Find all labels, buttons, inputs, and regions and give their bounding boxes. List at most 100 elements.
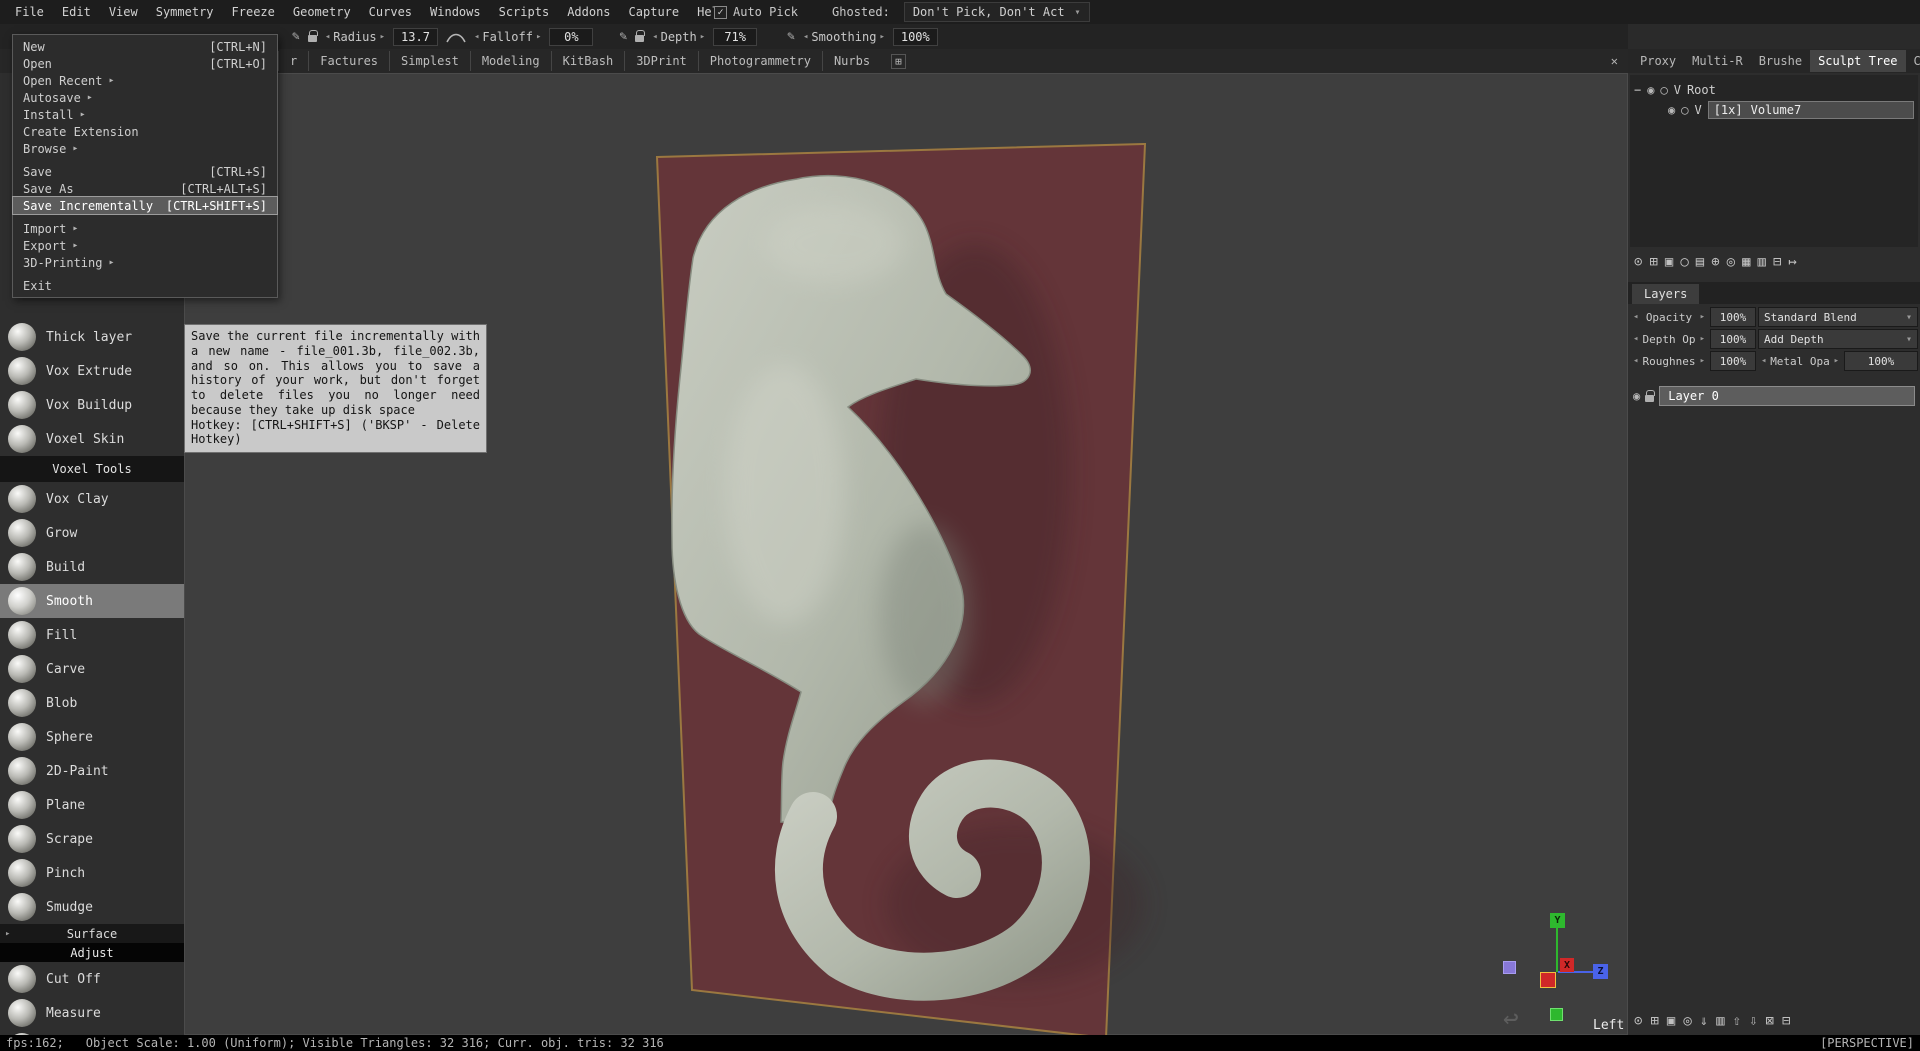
- move-down-icon[interactable]: ⇩: [1749, 1013, 1757, 1029]
- tool-item[interactable]: Build: [0, 550, 184, 584]
- tool-item[interactable]: Surface: [0, 924, 184, 943]
- tool-item[interactable]: Adjust: [0, 943, 184, 962]
- menubar-item[interactable]: Addons: [558, 5, 619, 19]
- menubar-item[interactable]: Freeze: [223, 5, 284, 19]
- file-menu-item[interactable]: Create Extension: [13, 123, 277, 140]
- frame-icon[interactable]: ▣: [1667, 1013, 1675, 1029]
- opacity-value-field[interactable]: 100%: [1710, 307, 1756, 327]
- tool-item[interactable]: Fill: [0, 618, 184, 652]
- volume-name-box[interactable]: [1x] Volume7: [1707, 101, 1914, 119]
- file-menu-item[interactable]: New [CTRL+N]: [13, 38, 277, 55]
- export-icon[interactable]: ↦: [1788, 254, 1796, 270]
- smoothing-value-field[interactable]: 100%: [892, 27, 938, 46]
- tool-item[interactable]: Cut Off: [0, 962, 184, 996]
- file-menu-item[interactable]: Install ▸: [13, 106, 277, 123]
- pen-icon[interactable]: ✎: [619, 29, 627, 44]
- smoothing-spinner[interactable]: ◂ Smoothing ▸: [803, 30, 885, 44]
- layer-row[interactable]: ◉ Layer 0: [1628, 384, 1920, 408]
- metal-value-field[interactable]: 100%: [1844, 351, 1918, 371]
- search-icon[interactable]: ⊙: [1634, 1013, 1642, 1029]
- list-icon[interactable]: ▥: [1758, 254, 1766, 270]
- tool-item[interactable]: Sphere: [0, 720, 184, 754]
- tool-item[interactable]: Smooth: [0, 584, 184, 618]
- grid-icon[interactable]: ▦: [1742, 254, 1750, 270]
- spinner-right-icon[interactable]: ▸: [700, 32, 705, 42]
- panel-tab[interactable]: Brushe: [1751, 50, 1810, 72]
- panel-tab[interactable]: Curves: [1906, 50, 1920, 72]
- depth-spinner[interactable]: ◂ Depth ▸: [652, 30, 705, 44]
- ghost-icon[interactable]: ◯: [1660, 83, 1667, 97]
- duplicate-icon[interactable]: ▣: [1665, 254, 1673, 270]
- file-menu-item[interactable]: Save Incrementally [CTRL+SHIFT+S]: [12, 196, 278, 215]
- sphere-icon[interactable]: ○: [1680, 254, 1688, 270]
- depth-value-field[interactable]: 71%: [713, 27, 758, 46]
- lock-icon[interactable]: [1645, 389, 1656, 402]
- add-workspace-icon[interactable]: ⊞: [891, 53, 906, 69]
- search-icon[interactable]: ⊙: [1634, 254, 1642, 270]
- axis-x-label[interactable]: X: [1560, 958, 1574, 972]
- tool-item[interactable]: Smudge: [0, 890, 184, 924]
- lock-icon[interactable]: [635, 30, 646, 42]
- ghosted-dropdown[interactable]: Don't Pick, Don't Act ▾: [903, 2, 1090, 22]
- eye-icon[interactable]: ◉: [1633, 389, 1640, 403]
- workspace-tab[interactable]: r: [278, 51, 308, 71]
- workspace-tab[interactable]: KitBash: [550, 51, 625, 71]
- close-icon[interactable]: ✕: [1611, 54, 1618, 68]
- spinner-right-icon[interactable]: ▸: [380, 32, 385, 42]
- menubar-item[interactable]: Geometry: [284, 5, 360, 19]
- falloff-spinner[interactable]: ◂ Falloff ▸: [474, 30, 541, 44]
- panel-tab[interactable]: Proxy: [1632, 50, 1684, 72]
- tool-item[interactable]: Measure: [0, 996, 184, 1030]
- delete-icon[interactable]: ⊟: [1782, 1013, 1790, 1029]
- menubar-item[interactable]: View: [100, 5, 147, 19]
- menubar-item[interactable]: Scripts: [490, 5, 559, 19]
- file-menu-item[interactable]: Open [CTRL+O]: [13, 55, 277, 72]
- tool-item[interactable]: Blob: [0, 686, 184, 720]
- gizmo-origin-square[interactable]: [1540, 972, 1556, 988]
- tool-item[interactable]: Grow: [0, 516, 184, 550]
- eye-icon[interactable]: ◉: [1668, 103, 1675, 117]
- viewport-canvas[interactable]: [185, 74, 1629, 1036]
- workspace-tab[interactable]: Modeling: [469, 51, 551, 71]
- info-icon[interactable]: ◎: [1727, 254, 1735, 270]
- file-menu-item[interactable]: Browse ▸: [13, 140, 277, 157]
- workspace-tab[interactable]: 3DPrint: [624, 51, 698, 71]
- file-menu-item[interactable]: Exit: [13, 277, 277, 294]
- workspace-tab[interactable]: Nurbs: [821, 51, 881, 71]
- ghost-icon[interactable]: ◯: [1681, 103, 1688, 117]
- gizmo-purple-square[interactable]: [1503, 961, 1516, 974]
- metal-spinner[interactable]: ◂ Metal Opa ▸: [1758, 351, 1842, 371]
- opacity-spinner[interactable]: ◂ Opacity ▸: [1630, 307, 1708, 327]
- duplicate-icon[interactable]: ▥: [1716, 1013, 1724, 1029]
- add-layer-icon[interactable]: ⊞: [1650, 1013, 1658, 1029]
- pen-icon[interactable]: ✎: [787, 29, 795, 44]
- tab-layers[interactable]: Layers: [1632, 284, 1700, 304]
- menubar-item[interactable]: Windows: [421, 5, 490, 19]
- tool-item[interactable]: Voxel Skin: [0, 422, 184, 456]
- file-menu-item[interactable]: Import ▸: [13, 220, 277, 237]
- tool-item[interactable]: Thick layer: [0, 320, 184, 354]
- tree-volume-row[interactable]: ◉ ◯ V [1x] Volume7: [1634, 100, 1914, 120]
- menubar-item[interactable]: Capture: [620, 5, 689, 19]
- depth-op-value-field[interactable]: 100%: [1710, 329, 1756, 349]
- file-menu-item[interactable]: 3D-Printing ▸: [13, 254, 277, 271]
- tool-item[interactable]: Scrape: [0, 822, 184, 856]
- tool-item[interactable]: Vox Buildup: [0, 388, 184, 422]
- delete-icon[interactable]: ⊟: [1773, 254, 1781, 270]
- depth-blend-dropdown[interactable]: Add Depth ▾: [1758, 329, 1918, 349]
- axis-y-label[interactable]: Y: [1550, 913, 1565, 928]
- axis-z-label[interactable]: Z: [1593, 964, 1608, 979]
- collapse-icon[interactable]: −: [1634, 83, 1641, 97]
- workspace-tab[interactable]: Factures: [308, 51, 389, 71]
- target-icon[interactable]: ◎: [1683, 1013, 1691, 1029]
- spinner-left-icon[interactable]: ◂: [652, 32, 657, 42]
- close-icon[interactable]: ⊠: [1766, 1013, 1774, 1029]
- file-menu-item[interactable]: Save [CTRL+S]: [13, 163, 277, 180]
- file-menu-item[interactable]: Save As [CTRL+ALT+S]: [13, 180, 277, 197]
- menubar-item[interactable]: Curves: [360, 5, 421, 19]
- tool-item[interactable]: Carve: [0, 652, 184, 686]
- radius-value-field[interactable]: 13.7: [393, 27, 438, 46]
- tool-item[interactable]: Plane: [0, 788, 184, 822]
- gizmo-green-square[interactable]: [1550, 1008, 1563, 1021]
- layers-icon[interactable]: ▤: [1696, 254, 1704, 270]
